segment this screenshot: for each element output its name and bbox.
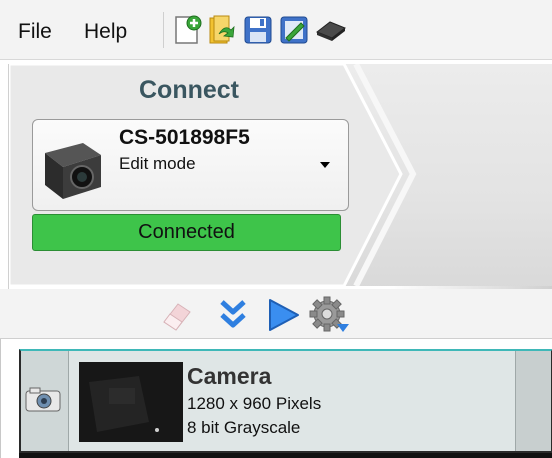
connect-panel: Connect CS-501898F5 Edit mode Connected (8, 64, 552, 289)
camera-list: Camera 1280 x 960 Pixels 8 bit Grayscale (0, 339, 552, 458)
dropdown-arrow-icon[interactable] (320, 162, 330, 168)
settings-button[interactable] (309, 296, 349, 334)
run-button[interactable] (264, 296, 302, 334)
settings-gear-icon (309, 296, 349, 332)
save-icon (244, 16, 272, 44)
device-button[interactable] (314, 14, 347, 46)
double-chevron-down-icon (220, 300, 246, 328)
open-job-icon (209, 15, 235, 44)
play-icon (269, 299, 299, 331)
camera-bit-depth: 8 bit Grayscale (187, 418, 301, 437)
erase-button[interactable] (158, 296, 196, 334)
camera-preview-image (79, 362, 183, 442)
camera-item[interactable]: Camera 1280 x 960 Pixels 8 bit Grayscale (19, 349, 552, 453)
new-job-icon (175, 15, 202, 44)
menu-bar: File Help (0, 0, 552, 60)
device-icon (315, 21, 347, 41)
action-toolbar (0, 289, 552, 339)
camera-device-image (45, 143, 101, 199)
edit-icon (280, 16, 308, 44)
device-selector[interactable]: CS-501898F5 Edit mode (32, 119, 349, 211)
camera-item-scroll[interactable] (515, 351, 551, 451)
device-name: CS-501898F5 (119, 126, 250, 149)
camera-resolution: 1280 x 960 Pixels (187, 394, 322, 413)
connection-status: Connected (32, 214, 341, 251)
camera-title: Camera (187, 363, 272, 389)
camera-handle[interactable] (21, 351, 69, 451)
camera-icon (25, 387, 61, 412)
edit-button[interactable] (279, 14, 309, 46)
open-job-button[interactable] (207, 14, 237, 46)
eraser-icon (163, 303, 191, 331)
menu-file[interactable]: File (18, 20, 52, 44)
save-button[interactable] (243, 14, 273, 46)
device-mode: Edit mode (119, 154, 196, 173)
divider (19, 453, 552, 458)
menu-help[interactable]: Help (84, 20, 127, 44)
connect-title: Connect (139, 76, 239, 104)
download-button[interactable] (214, 296, 252, 334)
camera-thumbnail (79, 362, 183, 442)
new-job-button[interactable] (173, 14, 203, 46)
toolbar-separator (163, 12, 164, 48)
